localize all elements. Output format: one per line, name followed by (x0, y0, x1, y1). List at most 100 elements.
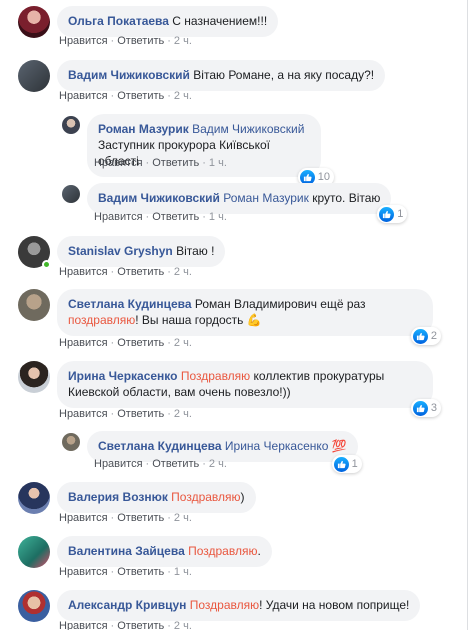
comment: Stanislav Gryshyn Вітаю ! (18, 236, 226, 269)
comment-text: ! Вы наша гордость (135, 313, 244, 327)
timestamp[interactable]: 1 ч. (174, 566, 192, 578)
like-link[interactable]: Нравится (94, 458, 143, 470)
reply-link[interactable]: Ответить (117, 620, 164, 630)
comment: Светлана Кудинцева Роман Владимирович ещ… (18, 289, 441, 345)
comment-bubble: Светлана Кудинцева Роман Владимирович ещ… (57, 289, 441, 345)
author-name[interactable]: Светлана Кудинцева (68, 297, 192, 311)
author-name[interactable]: Валентина Зайцева (68, 544, 185, 558)
author-name[interactable]: Ольга Покатаева (68, 14, 169, 28)
comment-text: С назначением!!! (172, 14, 268, 28)
author-name[interactable]: Светлана Кудинцева (98, 439, 222, 453)
reply-link[interactable]: Ответить (117, 337, 164, 349)
comment-text: ) (240, 490, 245, 504)
like-link[interactable]: Нравится (59, 512, 108, 524)
like-link[interactable]: Нравится (59, 566, 108, 578)
reaction-count[interactable]: 3 (410, 399, 441, 417)
comment-text: Вітаю Романе, а на яку посаду?! (193, 68, 375, 82)
reply-link[interactable]: Ответить (152, 157, 199, 169)
comment-text: Вітаю ! (176, 244, 215, 258)
timestamp[interactable]: 2 ч. (174, 620, 192, 630)
highlighted-word: Поздравляю (180, 369, 251, 383)
avatar[interactable] (18, 289, 50, 321)
comment-bubble: Ольга Покатаева С назначением!!! (57, 6, 279, 37)
highlighted-word: поздравляю (68, 313, 136, 327)
like-link[interactable]: Нравится (59, 90, 108, 102)
reaction-count[interactable]: 1 (331, 455, 362, 473)
like-link[interactable]: Нравится (94, 211, 143, 223)
comment-bubble: Ирина Черкасенко Поздравляю коллектив пр… (57, 361, 441, 417)
comment-bubble: Вадим Чижиковский Вітаю Романе, а на яку… (57, 60, 386, 91)
muscle-emoji: 💪 (246, 313, 262, 327)
mention-link[interactable]: Ирина Черкасенко (225, 439, 329, 453)
timestamp[interactable]: 2 ч. (174, 408, 192, 420)
comment-actions: Нравится · Ответить · 2 ч. (59, 266, 192, 278)
avatar[interactable] (18, 536, 50, 568)
comment-actions: Нравится · Ответить · 2 ч. (59, 512, 192, 524)
reply-link[interactable]: Ответить (117, 90, 164, 102)
author-name[interactable]: Stanislav Gryshyn (68, 244, 173, 258)
comment-actions: Нравится · Ответить · 2 ч. (59, 408, 192, 420)
avatar[interactable] (62, 185, 80, 203)
online-indicator (42, 260, 51, 269)
comment-bubble: Александр Кривцун Поздравляю! Удачи на н… (57, 590, 421, 621)
reply-link[interactable]: Ответить (117, 35, 164, 47)
reply-link[interactable]: Ответить (117, 408, 164, 420)
avatar[interactable] (18, 60, 50, 92)
avatar[interactable] (18, 482, 50, 514)
highlighted-word: Поздравляю (189, 598, 260, 612)
reaction-count[interactable]: 1 (377, 205, 408, 223)
author-name[interactable]: Роман Мазурик (98, 122, 189, 136)
like-icon (333, 456, 349, 472)
comment-bubble: Валентина Зайцева Поздравляю. (57, 536, 272, 567)
reply-link[interactable]: Ответить (117, 266, 164, 278)
comment-bubble: Валерия Вознюк Поздравляю) (57, 482, 256, 513)
comment-bubble: Stanislav Gryshyn Вітаю ! (57, 236, 226, 267)
comment: Валентина Зайцева Поздравляю. (18, 536, 272, 568)
timestamp[interactable]: 2 ч. (174, 337, 192, 349)
comment-text: . (257, 544, 261, 558)
comment: Ольга Покатаева С назначением!!! (18, 6, 279, 38)
comment-actions: Нравится · Ответить · 2 ч. (59, 35, 192, 47)
comment-text: ! Удачи на новом поприще! (259, 598, 410, 612)
comment: Валерия Вознюк Поздравляю) (18, 482, 256, 514)
hundred-points-emoji: 💯 (331, 439, 347, 453)
like-link[interactable]: Нравится (59, 35, 108, 47)
reply-link[interactable]: Ответить (117, 566, 164, 578)
timestamp[interactable]: 2 ч. (174, 512, 192, 524)
timestamp[interactable]: 2 ч. (209, 458, 227, 470)
author-name[interactable]: Валерия Вознюк (68, 490, 168, 504)
like-link[interactable]: Нравится (59, 620, 108, 630)
timestamp[interactable]: 2 ч. (174, 90, 192, 102)
comment-actions: Нравится · Ответить · 1 ч. (94, 211, 227, 223)
comment-actions: Нравится · Ответить · 2 ч. (59, 90, 192, 102)
timestamp[interactable]: 1 ч. (209, 157, 227, 169)
author-name[interactable]: Вадим Чижиковский (68, 68, 190, 82)
reaction-count[interactable]: 2 (410, 327, 441, 345)
comment-actions: Нравится · Ответить · 2 ч. (59, 620, 192, 630)
like-link[interactable]: Нравится (59, 266, 108, 278)
timestamp[interactable]: 2 ч. (174, 266, 192, 278)
reply-link[interactable]: Ответить (117, 512, 164, 524)
mention-link[interactable]: Роман Мазурик (223, 191, 309, 205)
author-name[interactable]: Александр Кривцун (68, 598, 186, 612)
reply-link[interactable]: Ответить (152, 211, 199, 223)
avatar[interactable] (18, 236, 51, 269)
avatar[interactable] (62, 116, 80, 134)
comment-bubble: Вадим Чижиковский Роман Мазурик круто. В… (87, 183, 408, 223)
mention-link[interactable]: Вадим Чижиковский (192, 122, 304, 136)
like-link[interactable]: Нравится (59, 408, 108, 420)
like-link[interactable]: Нравится (59, 337, 108, 349)
comment-actions: Нравится · Ответить · 1 ч. (59, 566, 192, 578)
comment-actions: Нравится · Ответить · 2 ч. (59, 337, 192, 349)
timestamp[interactable]: 2 ч. (174, 35, 192, 47)
reply-link[interactable]: Ответить (152, 458, 199, 470)
author-name[interactable]: Ирина Черкасенко (68, 369, 177, 383)
timestamp[interactable]: 1 ч. (209, 211, 227, 223)
like-link[interactable]: Нравится (94, 157, 143, 169)
comment-text: круто. Вітаю (312, 191, 381, 205)
avatar[interactable] (18, 361, 50, 393)
avatar[interactable] (18, 6, 50, 38)
avatar[interactable] (18, 590, 50, 622)
avatar[interactable] (62, 433, 80, 451)
author-name[interactable]: Вадим Чижиковский (98, 191, 220, 205)
